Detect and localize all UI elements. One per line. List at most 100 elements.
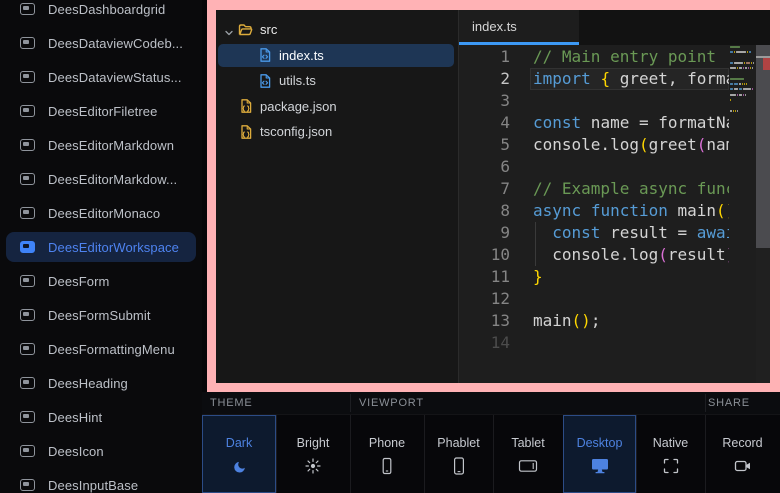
component-icon [20, 343, 35, 355]
sidebar-item-deesdataviewcodeb[interactable]: DeesDataviewCodeb... [6, 28, 196, 58]
tab-bar: index.ts [459, 10, 770, 45]
sidebar-item-label: DeesDataviewCodeb... [48, 36, 183, 51]
sidebar-item-deesheading[interactable]: DeesHeading [6, 368, 196, 398]
tree-item-tsconfig-json[interactable]: tsconfig.json [216, 119, 458, 145]
tree-item-label: src [260, 22, 277, 37]
component-icon [20, 241, 35, 253]
sidebar-item-label: DeesEditorWorkspace [48, 240, 179, 255]
code-lines: 1 // Main entry point 2 import { greet, for… [459, 46, 729, 383]
sidebar-item-deeseditorfiletree[interactable]: DeesEditorFiletree [6, 96, 196, 126]
error-overview-marker [763, 58, 770, 70]
sidebar-item-label: DeesForm [48, 274, 109, 289]
line-number: 9 [459, 222, 510, 244]
component-icon [20, 3, 35, 15]
phablet-button[interactable]: Phablet [424, 415, 493, 493]
button-label: Record [722, 436, 762, 450]
line-number: 3 [459, 90, 510, 112]
tab-label: index.ts [472, 19, 517, 34]
tree-item-utils-ts[interactable]: utils.ts [216, 68, 458, 94]
code-editor[interactable]: 1 // Main entry point 2 import { greet, for… [459, 45, 770, 383]
minimap-line [730, 51, 751, 53]
record-button[interactable]: Record [705, 415, 780, 493]
tablet-icon [518, 457, 538, 475]
sidebar-item-deesinputbase[interactable]: DeesInputBase [6, 470, 196, 493]
sidebar-item-deesformsubmit[interactable]: DeesFormSubmit [6, 300, 196, 330]
tab-index-ts[interactable]: index.ts [459, 10, 579, 45]
line-text: // Example async function [533, 178, 729, 200]
sidebar-item-label: DeesFormSubmit [48, 308, 151, 323]
button-label: Desktop [577, 436, 623, 450]
component-icon [20, 207, 35, 219]
minimap-line [730, 94, 746, 96]
component-icon [20, 105, 35, 117]
phone-button[interactable]: Phone [350, 415, 424, 493]
minimap-line [730, 67, 753, 69]
minimap[interactable] [729, 45, 756, 383]
line-number: 13 [459, 310, 510, 332]
sidebar-item-label: DeesEditorFiletree [48, 104, 157, 119]
file-json-icon [238, 124, 254, 140]
native-button[interactable]: Native [636, 415, 705, 493]
sidebar-item-deeseditormarkdown[interactable]: DeesEditorMarkdown [6, 130, 196, 160]
phone-icon [379, 457, 395, 475]
editor-scrollbar[interactable] [756, 45, 770, 383]
file-tree: src index.tsutils.ts package.json tsconfig.… [216, 17, 458, 145]
sidebar-item-deesdashboardgrid[interactable]: DeesDashboardgrid [6, 0, 196, 24]
minimap-line [730, 83, 747, 85]
line-number: 6 [459, 156, 510, 178]
sidebar-item-label: DeesEditorMarkdown [48, 138, 174, 153]
sidebar-item-deesformattingmenu[interactable]: DeesFormattingMenu [6, 334, 196, 364]
tree-item-package-json[interactable]: package.json [216, 94, 458, 120]
code-line-7: 7// Example async function [459, 178, 729, 200]
tree-item-index-ts[interactable]: index.ts [216, 43, 458, 69]
tree-row-background [218, 69, 454, 93]
code-line-14: 14 [459, 332, 729, 354]
sidebar-item-label: DeesHeading [48, 376, 128, 391]
code-line-13: 13 main(); [459, 310, 729, 332]
line-text: main(); [533, 310, 600, 332]
component-icon [20, 275, 35, 287]
sidebar-item-deesdataviewstatus[interactable]: DeesDataviewStatus... [6, 62, 196, 92]
sidebar-item-deeseditormonaco[interactable]: DeesEditorMonaco [6, 198, 196, 228]
tree-item-src[interactable]: src [216, 17, 458, 43]
minimap-line [730, 78, 744, 80]
line-number: 12 [459, 288, 510, 310]
tablet-button[interactable]: Tablet [493, 415, 563, 493]
sidebar-item-deeseditorworkspace[interactable]: DeesEditorWorkspace [6, 232, 196, 262]
section-divider [705, 394, 706, 412]
sidebar-item-label: DeesDataviewStatus... [48, 70, 182, 85]
scrollbar-thumb[interactable] [756, 45, 770, 248]
sidebar-item-label: DeesIcon [48, 444, 104, 459]
menubar-buttons: Dark Bright PhonePhabletTablet Desktop Nativ… [202, 415, 780, 493]
component-icon [20, 377, 35, 389]
line-number: 2 [459, 68, 510, 90]
button-label: Bright [297, 436, 330, 450]
section-label-theme: THEME [210, 392, 253, 415]
chevron-down-icon[interactable] [224, 25, 234, 35]
line-text: // Main entry point [533, 46, 716, 68]
sidebar-item-deeseditormarkdow[interactable]: DeesEditorMarkdow... [6, 164, 196, 194]
component-icon [20, 139, 35, 151]
app: DeesDashboardgrid DeesDataviewCodeb... Dee… [0, 0, 780, 493]
line-number: 11 [459, 266, 510, 288]
sidebar-item-deesform[interactable]: DeesForm [6, 266, 196, 296]
bright-button[interactable]: Bright [276, 415, 350, 493]
sidebar-item-label: DeesHint [48, 410, 102, 425]
sidebar-item-deesicon[interactable]: DeesIcon [6, 436, 196, 466]
desktop-button[interactable]: Desktop [563, 415, 636, 493]
main-area: srcindex.tsutils.tspackage.jsontsconfig.… [202, 0, 780, 493]
code-line-9: 9 const result = await Promise.resolve(4… [459, 222, 729, 244]
fullscreen-icon [662, 457, 680, 475]
tree-row-background [218, 44, 454, 68]
file-explorer: src index.tsutils.ts package.json tsconfig.… [216, 10, 459, 383]
component-icon [20, 445, 35, 457]
tree-item-label: tsconfig.json [260, 124, 332, 139]
line-number: 1 [459, 46, 510, 68]
code-line-5: 5console.log(greet(name)); [459, 134, 729, 156]
component-icon [20, 173, 35, 185]
sidebar-item-deeshint[interactable]: DeesHint [6, 402, 196, 432]
dark-button[interactable]: Dark [202, 415, 276, 493]
tree-item-label: package.json [260, 99, 337, 114]
section-label-viewport: VIEWPORT [359, 392, 424, 415]
line-text: import { greet, formatName } from './uti… [533, 68, 729, 90]
